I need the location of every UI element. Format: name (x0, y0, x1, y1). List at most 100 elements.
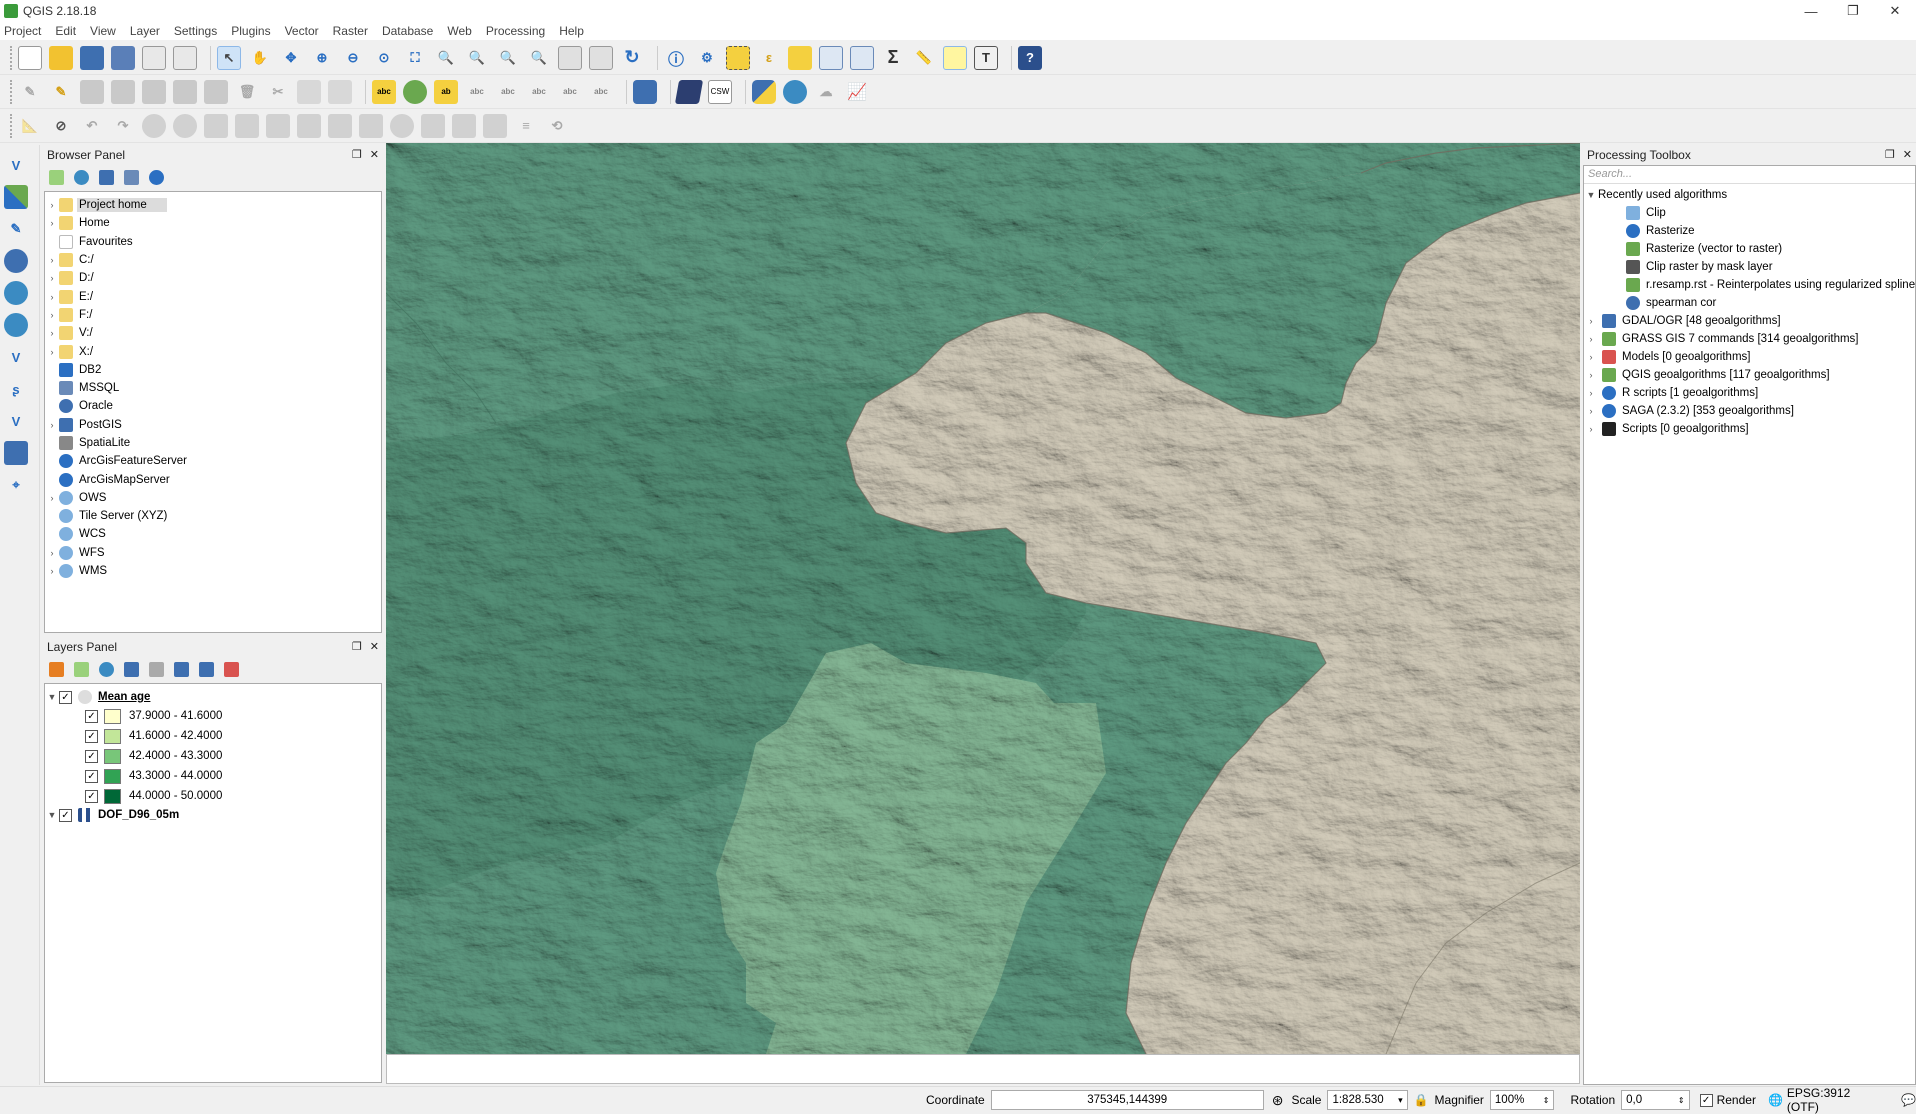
identify-features-icon[interactable]: ⓘ (664, 46, 688, 70)
pan-icon[interactable]: ✋ (248, 46, 272, 70)
expand-arrow-icon[interactable]: › (45, 292, 59, 302)
menu-vector[interactable]: Vector (285, 24, 319, 38)
legend-class-item[interactable]: ✓ 44.0000 - 50.0000 (45, 786, 381, 806)
render-checkbox[interactable]: ✓ (1699, 1093, 1713, 1107)
cloud-icon[interactable]: ☁ (814, 80, 838, 104)
map-canvas[interactable] (386, 143, 1580, 1054)
run-feature-action-icon[interactable]: ⚙ (695, 46, 719, 70)
add-wcs-layer-icon[interactable] (4, 313, 28, 337)
layer-visibility-checkbox[interactable]: ✓ (59, 690, 72, 704)
label-toolbar-icon[interactable]: abc (372, 79, 396, 104)
fill-ring-icon[interactable] (266, 113, 290, 138)
browser-item[interactable]: › X:/ (45, 342, 381, 360)
expand-arrow-icon[interactable]: › (1584, 388, 1598, 398)
properties-info-icon[interactable] (149, 169, 164, 185)
add-part-icon[interactable] (142, 79, 166, 104)
new-map-view-icon[interactable] (558, 45, 582, 70)
delete-selected-icon[interactable]: 🗑 (235, 80, 259, 104)
browser-item[interactable]: ArcGisMapServer (45, 470, 381, 488)
add-ring-icon[interactable] (204, 113, 228, 138)
float-panel-icon[interactable]: ❐ (352, 640, 362, 653)
browser-item[interactable]: › V:/ (45, 324, 381, 342)
collapse-all-layers-icon[interactable] (199, 661, 214, 677)
class-checkbox[interactable]: ✓ (85, 749, 98, 763)
rotation-spinbox[interactable]: 0,0 ⇕ (1621, 1090, 1690, 1110)
field-calculator-icon[interactable] (850, 45, 874, 70)
recent-algorithm-item[interactable]: Rasterize (1584, 222, 1915, 240)
menu-processing[interactable]: Processing (486, 24, 545, 38)
expand-arrow-icon[interactable]: › (1584, 316, 1598, 326)
float-panel-icon[interactable]: ❐ (352, 148, 362, 161)
provider-group[interactable]: › Models [0 geoalgorithms] (1584, 348, 1915, 366)
save-as-icon[interactable] (111, 45, 135, 70)
split-parts-icon[interactable] (452, 113, 476, 138)
identify-pointer-icon[interactable]: ↖ (217, 45, 241, 70)
browser-item[interactable]: › Project home (45, 196, 381, 214)
class-checkbox[interactable]: ✓ (85, 789, 98, 803)
expand-arrow-icon[interactable]: › (45, 255, 59, 265)
recent-algorithm-item[interactable]: Rasterize (vector to raster) (1584, 240, 1915, 258)
recent-algorithm-item[interactable]: Clip raster by mask layer (1584, 258, 1915, 276)
layer-visibility-checkbox[interactable]: ✓ (59, 808, 72, 822)
show-hide-labels-icon[interactable]: abc (496, 80, 520, 104)
rotate-feature-icon[interactable] (142, 113, 166, 138)
coordinate-field[interactable]: 375345,144399 (990, 1090, 1264, 1110)
layer-raster[interactable]: ▼ ✓ DOF_D96_05m (45, 806, 381, 824)
legend-class-item[interactable]: ✓ 37.9000 - 41.6000 (45, 706, 381, 726)
recent-algorithm-item[interactable]: spearman cor (1584, 294, 1915, 312)
composer-manager-icon[interactable] (173, 45, 197, 70)
split-features-icon[interactable] (421, 113, 445, 138)
message-log-icon[interactable]: 💬 (1901, 1093, 1916, 1107)
select-features-icon[interactable] (726, 45, 750, 70)
change-label-icon[interactable]: abc (589, 80, 613, 104)
menu-raster[interactable]: Raster (333, 24, 368, 38)
float-panel-icon[interactable]: ❐ (1885, 148, 1895, 161)
diagram-icon[interactable] (403, 79, 427, 104)
menu-project[interactable]: Project (4, 24, 41, 38)
crs-globe-icon[interactable]: 🌐 (1768, 1093, 1783, 1107)
expand-arrow-icon[interactable]: › (45, 273, 59, 283)
enable-tracing-icon[interactable]: ⊘ (49, 114, 73, 138)
add-wms-layer-icon[interactable] (4, 281, 28, 305)
add-group-icon[interactable] (74, 661, 89, 677)
reshape-features-icon[interactable] (359, 113, 383, 138)
class-checkbox[interactable]: ✓ (85, 709, 98, 723)
manage-map-themes-icon[interactable] (99, 661, 114, 677)
attribute-table-icon[interactable] (819, 45, 843, 70)
legend-class-item[interactable]: ✓ 43.3000 - 44.0000 (45, 766, 381, 786)
simplify-feature-icon[interactable] (173, 113, 197, 138)
text-annotation-icon[interactable]: T (974, 45, 998, 70)
offset-curve-icon[interactable] (390, 113, 414, 138)
expand-arrow-icon[interactable]: › (1584, 370, 1598, 380)
provider-group[interactable]: › R scripts [1 geoalgorithms] (1584, 384, 1915, 402)
paste-features-icon[interactable] (328, 79, 352, 104)
measure-line-icon[interactable]: 📏 (912, 46, 936, 70)
highlight-pinned-labels-icon[interactable]: ab (434, 79, 458, 104)
add-spatialite-layer-icon[interactable]: ʂ (4, 377, 28, 401)
new-shapefile-icon[interactable] (4, 441, 28, 465)
new-print-composer-icon[interactable] (142, 45, 166, 70)
lock-scale-icon[interactable]: 🔒 (1414, 1093, 1429, 1107)
browser-item[interactable]: › OWS (45, 489, 381, 507)
filter-icon[interactable] (99, 169, 114, 185)
add-raster-layer-icon[interactable] (4, 185, 28, 209)
layer-styling-icon[interactable] (49, 661, 64, 677)
provider-group[interactable]: › GDAL/OGR [48 geoalgorithms] (1584, 312, 1915, 330)
zoom-last-icon[interactable]: 🔍 (496, 46, 520, 70)
close-panel-icon[interactable]: ✕ (370, 148, 379, 161)
menu-layer[interactable]: Layer (130, 24, 160, 38)
expand-arrow-icon[interactable]: › (1584, 352, 1598, 362)
close-panel-icon[interactable]: ✕ (1903, 148, 1912, 161)
pin-labels-icon[interactable]: abc (465, 80, 489, 104)
pan-to-selection-icon[interactable]: ✥ (279, 46, 303, 70)
menu-view[interactable]: View (90, 24, 116, 38)
expand-arrow-icon[interactable]: › (45, 218, 59, 228)
zoom-out-icon[interactable]: ⊖ (341, 46, 365, 70)
expand-arrow-icon[interactable]: › (1584, 406, 1598, 416)
db-manager-icon[interactable] (633, 79, 657, 104)
toggle-editing-icon[interactable]: ✎ (49, 80, 73, 104)
deselect-features-icon[interactable] (788, 45, 812, 70)
save-layer-edits-icon[interactable] (80, 79, 104, 104)
recent-algorithm-item[interactable]: r.resamp.rst - Reinterpolates using regu… (1584, 276, 1915, 294)
expand-arrow-icon[interactable]: › (45, 420, 59, 430)
